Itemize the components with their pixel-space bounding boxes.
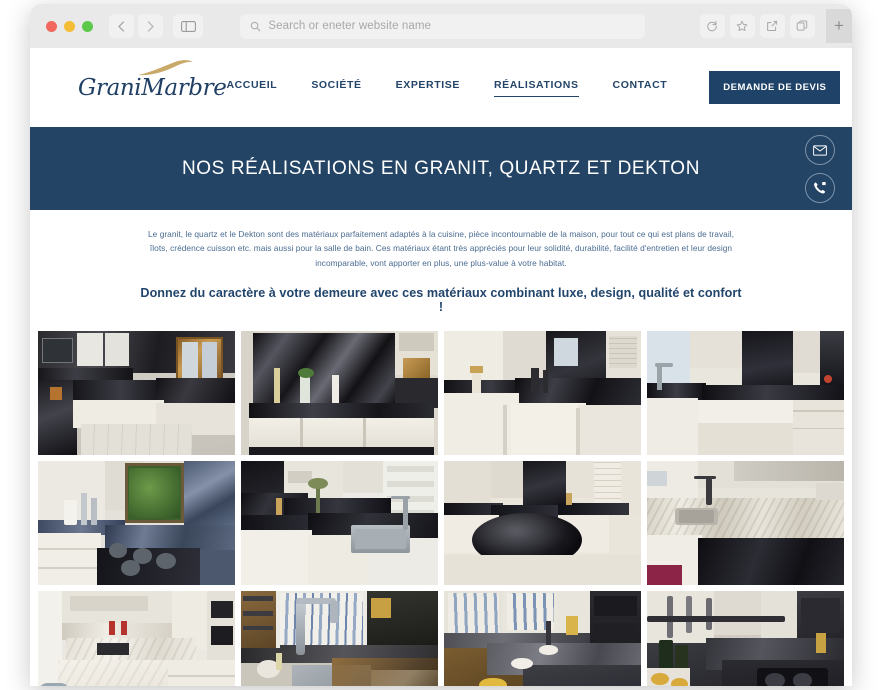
gallery-item[interactable]	[444, 590, 641, 686]
phone-contact-button[interactable]	[805, 173, 835, 203]
realisations-gallery	[30, 330, 852, 686]
hero-banner: NOS RÉALISATIONS EN GRANIT, QUARTZ ET DE…	[30, 127, 852, 210]
nav-item-societe[interactable]: SOCIÉTÉ	[311, 79, 361, 96]
logo-text: GraniMarbre	[78, 74, 227, 101]
nav-item-accueil[interactable]: ACCUEIL	[226, 79, 277, 96]
kitchen-photo-12	[647, 590, 844, 686]
browser-toolbar: Search or eneter website name +	[30, 4, 852, 48]
navigation-buttons	[109, 14, 163, 38]
gallery-item[interactable]	[241, 460, 438, 585]
search-input-placeholder: Search or eneter website name	[268, 20, 432, 32]
gallery-item[interactable]	[38, 460, 235, 585]
browser-tools: +	[699, 9, 852, 43]
gallery-item[interactable]	[241, 590, 438, 686]
nav-item-expertise[interactable]: EXPERTISE	[396, 79, 460, 96]
kitchen-photo-3	[444, 330, 641, 455]
chevron-left-icon	[118, 20, 125, 32]
gallery-item[interactable]	[444, 330, 641, 455]
demande-de-devis-button[interactable]: DEMANDE DE DEVIS	[709, 71, 841, 104]
page-title: NOS RÉALISATIONS EN GRANIT, QUARTZ ET DE…	[181, 157, 701, 179]
kitchen-photo-4	[647, 330, 844, 455]
kitchen-photo-11	[444, 590, 641, 686]
kitchen-photo-2	[241, 330, 438, 455]
intro-section: Le granit, le quartz et le Dekton sont d…	[30, 210, 852, 314]
kitchen-photo-8	[647, 460, 844, 585]
bookmark-star-icon	[737, 20, 748, 32]
floating-contact-actions	[805, 135, 835, 203]
gallery-item[interactable]	[647, 330, 844, 455]
traffic-lights	[46, 20, 93, 32]
gallery-item[interactable]	[647, 460, 844, 585]
kitchen-photo-7	[444, 460, 641, 585]
reload-button[interactable]	[699, 14, 725, 38]
gallery-item[interactable]	[444, 460, 641, 585]
main-navigation: ACCUEIL SOCIÉTÉ EXPERTISE RÉALISATIONS C…	[226, 71, 841, 104]
bookmark-button[interactable]	[729, 14, 755, 38]
close-window-button[interactable]	[46, 20, 57, 32]
search-icon	[251, 21, 261, 31]
site-header: GraniMarbre ACCUEIL SOCIÉTÉ EXPERTISE RÉ…	[30, 48, 852, 127]
gallery-item[interactable]	[647, 590, 844, 686]
email-icon	[813, 144, 827, 156]
back-button[interactable]	[109, 14, 134, 38]
kitchen-photo-5	[38, 460, 235, 585]
gallery-item[interactable]	[241, 330, 438, 455]
tabs-overview-button[interactable]	[789, 14, 815, 38]
kitchen-photo-10	[241, 590, 438, 686]
share-button[interactable]	[759, 14, 785, 38]
gallery-item[interactable]	[38, 330, 235, 455]
nav-item-contact[interactable]: CONTACT	[613, 79, 668, 96]
site-logo[interactable]: GraniMarbre	[78, 59, 227, 101]
kitchen-photo-6	[241, 460, 438, 585]
new-tab-button[interactable]: +	[825, 9, 852, 43]
phone-icon	[814, 181, 827, 194]
share-icon	[767, 20, 778, 32]
sidebar-toggle-button[interactable]	[173, 14, 203, 38]
nav-item-realisations[interactable]: RÉALISATIONS	[493, 79, 579, 97]
sidebar-toggle-icon	[180, 20, 196, 32]
chevron-right-icon	[147, 20, 154, 32]
maximize-window-button[interactable]	[82, 20, 93, 32]
logo-swoosh-icon	[138, 59, 193, 75]
intro-tagline: Donnez du caractère à votre demeure avec…	[140, 285, 742, 314]
reload-icon	[707, 20, 718, 32]
address-search-bar[interactable]: Search or eneter website name	[240, 13, 646, 39]
gallery-item[interactable]	[38, 590, 235, 686]
kitchen-photo-9	[38, 590, 235, 686]
minimize-window-button[interactable]	[64, 20, 75, 32]
intro-paragraph: Le granit, le quartz et le Dekton sont d…	[148, 229, 734, 268]
kitchen-photo-1	[38, 330, 235, 455]
browser-window: Search or eneter website name + GraniMar…	[30, 4, 852, 686]
email-contact-button[interactable]	[805, 135, 835, 165]
tabs-icon	[797, 20, 808, 31]
forward-button[interactable]	[138, 14, 163, 38]
